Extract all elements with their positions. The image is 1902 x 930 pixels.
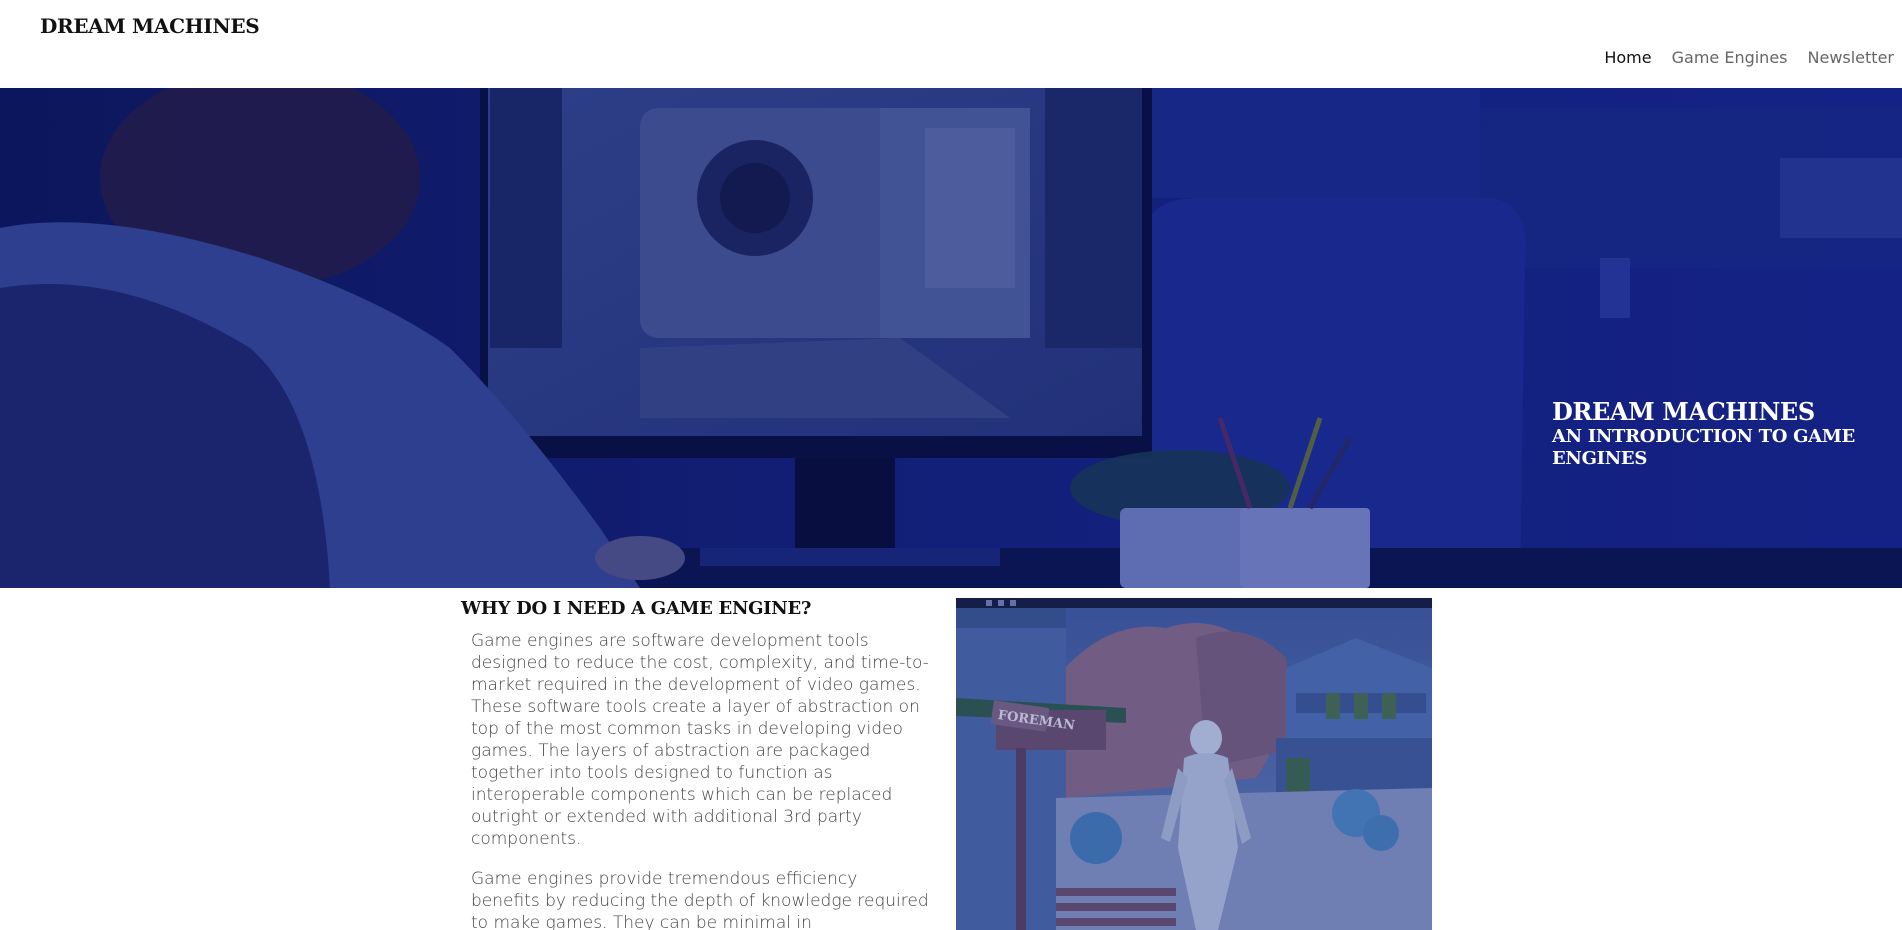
western-town-scene-image: FOREMAN: [956, 598, 1432, 930]
site-title[interactable]: DREAM MACHINES: [40, 14, 260, 38]
article-body: Game engines are software development to…: [471, 630, 931, 930]
hero-subtitle: AN INTRODUCTION TO GAME ENGINES: [1552, 426, 1855, 469]
main-content: WHY DO I NEED A GAME ENGINE? Game engine…: [0, 588, 1902, 930]
nav-item-game-engines[interactable]: Game Engines: [1660, 48, 1796, 68]
article-paragraph: Game engines provide tremendous efficien…: [471, 869, 929, 930]
article-paragraph: Game engines are software development to…: [471, 631, 929, 849]
hero-title: DREAM MACHINES: [1552, 397, 1815, 426]
hero-banner: DREAM MACHINES AN INTRODUCTION TO GAME E…: [0, 88, 1902, 588]
site-header: DREAM MACHINES Home Game Engines Newslet…: [0, 0, 1902, 88]
hero-background-image: [0, 88, 1902, 588]
hero-text: DREAM MACHINES AN INTRODUCTION TO GAME E…: [1552, 398, 1872, 470]
game-engine-screenshot: FOREMAN: [956, 598, 1432, 930]
section-heading: WHY DO I NEED A GAME ENGINE?: [461, 598, 812, 619]
main-nav: Home Game Engines Newsletter: [1592, 48, 1902, 68]
nav-item-newsletter[interactable]: Newsletter: [1796, 48, 1902, 68]
nav-item-home[interactable]: Home: [1592, 48, 1659, 68]
